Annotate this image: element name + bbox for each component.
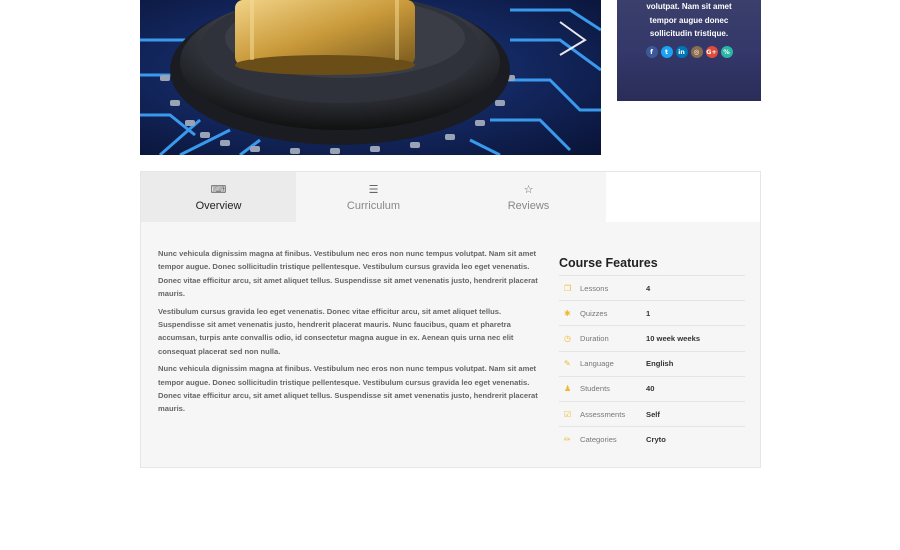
feature-row-duration: ◷ Duration 10 week weeks <box>559 326 745 352</box>
list-icon: ☰ <box>368 182 379 196</box>
instructor-bio-line: sollicitudin tristique. <box>649 29 729 38</box>
check-square-icon: ☑ <box>564 409 572 419</box>
feature-value: 1 <box>646 308 651 318</box>
facebook-icon[interactable]: f <box>645 45 658 58</box>
copy-icon: ❐ <box>564 283 572 293</box>
tab-label: Curriculum <box>346 199 401 212</box>
feature-value: 10 week weeks <box>646 333 701 343</box>
twitter-icon[interactable]: t <box>660 45 673 58</box>
feature-row-lessons: ❐ Lessons 4 <box>559 276 745 302</box>
feature-name: Duration <box>580 333 609 343</box>
pencil-icon: ✏ <box>564 435 571 445</box>
linkedin-icon[interactable]: in <box>675 45 688 58</box>
instructor-card: volutpat. Nam sit amet tempor augue done… <box>617 0 761 101</box>
feature-value: 4 <box>646 283 651 293</box>
tabs-spacer <box>606 172 760 222</box>
course-tabs: ⌨ Overview ☰ Curriculum ☆ Reviews <box>140 171 761 223</box>
feature-name: Categories <box>580 435 617 445</box>
feature-value: Self <box>646 409 660 419</box>
instructor-bio-line: volutpat. Nam sit amet <box>646 2 732 11</box>
puzzle-icon: ✱ <box>564 308 571 318</box>
instagram-icon[interactable]: ◎ <box>690 45 703 58</box>
instructor-bio-line: tempor augue donec <box>649 15 729 25</box>
feature-name: Lessons <box>580 283 609 293</box>
social-links: f t in ◎ G+ % <box>617 45 761 58</box>
overview-panel: Nunc vehicula dignissim magna at finibus… <box>140 222 761 468</box>
tab-label: Overview <box>195 199 242 212</box>
feature-row-students: ♟ Students 40 <box>559 377 745 402</box>
description-paragraph: Vestibulum cursus gravida leo eget venen… <box>158 306 514 356</box>
course-hero-image <box>140 0 601 155</box>
tab-curriculum[interactable]: ☰ Curriculum <box>296 172 451 222</box>
course-features: Course Features ❐ Lessons 4 ✱ Quizzes 1 … <box>559 256 745 452</box>
tab-reviews[interactable]: ☆ Reviews <box>451 172 606 222</box>
tab-label: Reviews <box>507 199 550 212</box>
feature-value[interactable]: Cryto <box>646 435 666 444</box>
feature-value: 40 <box>646 384 655 394</box>
keyboard-icon: ⌨ <box>210 182 227 196</box>
tab-overview[interactable]: ⌨ Overview <box>141 172 296 222</box>
bitcoin-circuit-image <box>140 0 601 155</box>
feature-row-language: ✎ Language English <box>559 352 745 377</box>
description-paragraph: Nunc vehicula dignissim magna at finibus… <box>158 364 538 414</box>
link-icon[interactable]: % <box>720 45 733 58</box>
language-icon: ✎ <box>564 359 571 369</box>
feature-row-categories: ✏ Categories Cryto <box>559 427 745 452</box>
feature-name: Students <box>580 384 610 394</box>
clock-icon: ◷ <box>564 333 571 343</box>
feature-name: Language <box>580 359 614 369</box>
course-description: Nunc vehicula dignissim magna at finibus… <box>158 247 546 420</box>
instructor-bio: volutpat. Nam sit amet tempor augue done… <box>617 0 761 41</box>
feature-name: Assessments <box>580 409 626 419</box>
users-icon: ♟ <box>564 384 572 394</box>
star-icon: ☆ <box>523 182 534 196</box>
feature-row-assessments: ☑ Assessments Self <box>559 402 745 428</box>
feature-row-quizzes: ✱ Quizzes 1 <box>559 301 745 327</box>
description-paragraph: Nunc vehicula dignissim magna at finibus… <box>158 249 538 298</box>
feature-name: Quizzes <box>580 308 608 318</box>
course-features-title: Course Features <box>559 256 745 276</box>
google-plus-icon[interactable]: G+ <box>705 45 718 58</box>
feature-value: English <box>646 359 674 369</box>
